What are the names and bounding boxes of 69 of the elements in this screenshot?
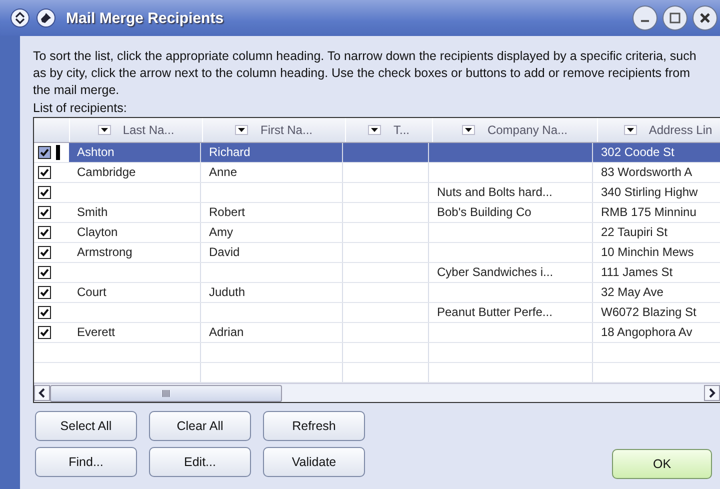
- scroll-left-icon[interactable]: [34, 385, 50, 401]
- table-cell: Ashton: [69, 143, 201, 162]
- checkbox[interactable]: [38, 186, 51, 199]
- checkbox[interactable]: [38, 166, 51, 179]
- table-cell: 340 Stirling Highw: [593, 183, 720, 202]
- table-cell: Court: [69, 283, 201, 302]
- system-menu-icon[interactable]: [10, 8, 30, 28]
- action-button[interactable]: Clear All: [149, 411, 251, 441]
- table-cell: Amy: [201, 223, 343, 242]
- table-cell: 10 Minchin Mews: [593, 243, 720, 262]
- instructions-text: To sort the list, click the appropriate column heading. To narrow down the recipients displayed by a specific criteria, such as by city, click the arrow next to the column heading. Use the check boxes or buttons to add or remove recipients from the mail merge.: [33, 48, 698, 99]
- table-cell: Juduth: [201, 283, 343, 302]
- column-header[interactable]: First Na...: [203, 118, 346, 142]
- table-cell: 83 Wordsworth A: [593, 163, 720, 182]
- window-title: Mail Merge Recipients: [66, 10, 224, 26]
- dropdown-arrow-icon[interactable]: [462, 125, 476, 135]
- table-cell: Richard: [201, 143, 343, 162]
- dropdown-arrow-icon[interactable]: [235, 125, 248, 135]
- checkbox[interactable]: [38, 306, 51, 319]
- table-cell: Clayton: [69, 223, 201, 242]
- dropdown-arrow-icon[interactable]: [98, 125, 111, 135]
- checkbox[interactable]: [38, 266, 51, 279]
- dropdown-arrow-icon[interactable]: [624, 125, 637, 135]
- close-icon[interactable]: [692, 5, 718, 31]
- table-cell: 111 James St: [593, 263, 720, 282]
- table-cell: Anne: [201, 163, 343, 182]
- current-row-indicator: [56, 145, 60, 160]
- action-button[interactable]: Find...: [35, 447, 137, 477]
- table-cell: Bob's Building Co: [429, 203, 593, 222]
- minimize-icon[interactable]: [632, 5, 658, 31]
- column-header[interactable]: Company Na...: [433, 118, 598, 142]
- scroll-thumb[interactable]: [50, 384, 282, 402]
- checkbox[interactable]: [38, 206, 51, 219]
- action-button[interactable]: Select All: [35, 411, 137, 441]
- action-button[interactable]: Edit...: [149, 447, 251, 477]
- table-cell: Everett: [69, 323, 201, 342]
- scroll-right-icon[interactable]: [704, 385, 720, 401]
- table-cell: Smith: [69, 203, 201, 222]
- checkbox[interactable]: [38, 326, 51, 339]
- table-cell: RMB 175 Minninu: [593, 203, 720, 222]
- list-label: List of recipients:: [33, 101, 128, 115]
- table-cell: 18 Angophora Av: [593, 323, 720, 342]
- maximize-icon[interactable]: [662, 5, 688, 31]
- checkbox[interactable]: [38, 146, 51, 159]
- horizontal-scrollbar[interactable]: [34, 383, 720, 402]
- table-cell: Adrian: [201, 323, 343, 342]
- table-cell: 22 Taupiri St: [593, 223, 720, 242]
- table-cell: Robert: [201, 203, 343, 222]
- grip-icon: [162, 390, 170, 396]
- checkbox[interactable]: [38, 246, 51, 259]
- table-cell: David: [201, 243, 343, 262]
- column-header[interactable]: Address Lin: [598, 118, 720, 142]
- table-cell: Nuts and Bolts hard...: [429, 183, 593, 202]
- table-cell: 302 Coode St: [593, 143, 720, 162]
- ok-button[interactable]: OK: [612, 449, 712, 479]
- column-header[interactable]: T...: [346, 118, 433, 142]
- checkbox[interactable]: [38, 226, 51, 239]
- column-header[interactable]: Last Na...: [70, 118, 203, 142]
- table-cell: Armstrong: [69, 243, 201, 262]
- dropdown-arrow-icon[interactable]: [368, 125, 382, 135]
- table-cell: 32 May Ave: [593, 283, 720, 302]
- action-button[interactable]: Validate: [263, 447, 365, 477]
- action-button[interactable]: Refresh: [263, 411, 365, 441]
- table-cell: Peanut Butter Perfe...: [429, 303, 593, 322]
- pin-icon[interactable]: [36, 8, 56, 28]
- table-cell: W6072 Blazing St: [593, 303, 720, 322]
- table-cell: Cambridge: [69, 163, 201, 182]
- table-cell: Cyber Sandwiches i...: [429, 263, 593, 282]
- checkbox[interactable]: [38, 286, 51, 299]
